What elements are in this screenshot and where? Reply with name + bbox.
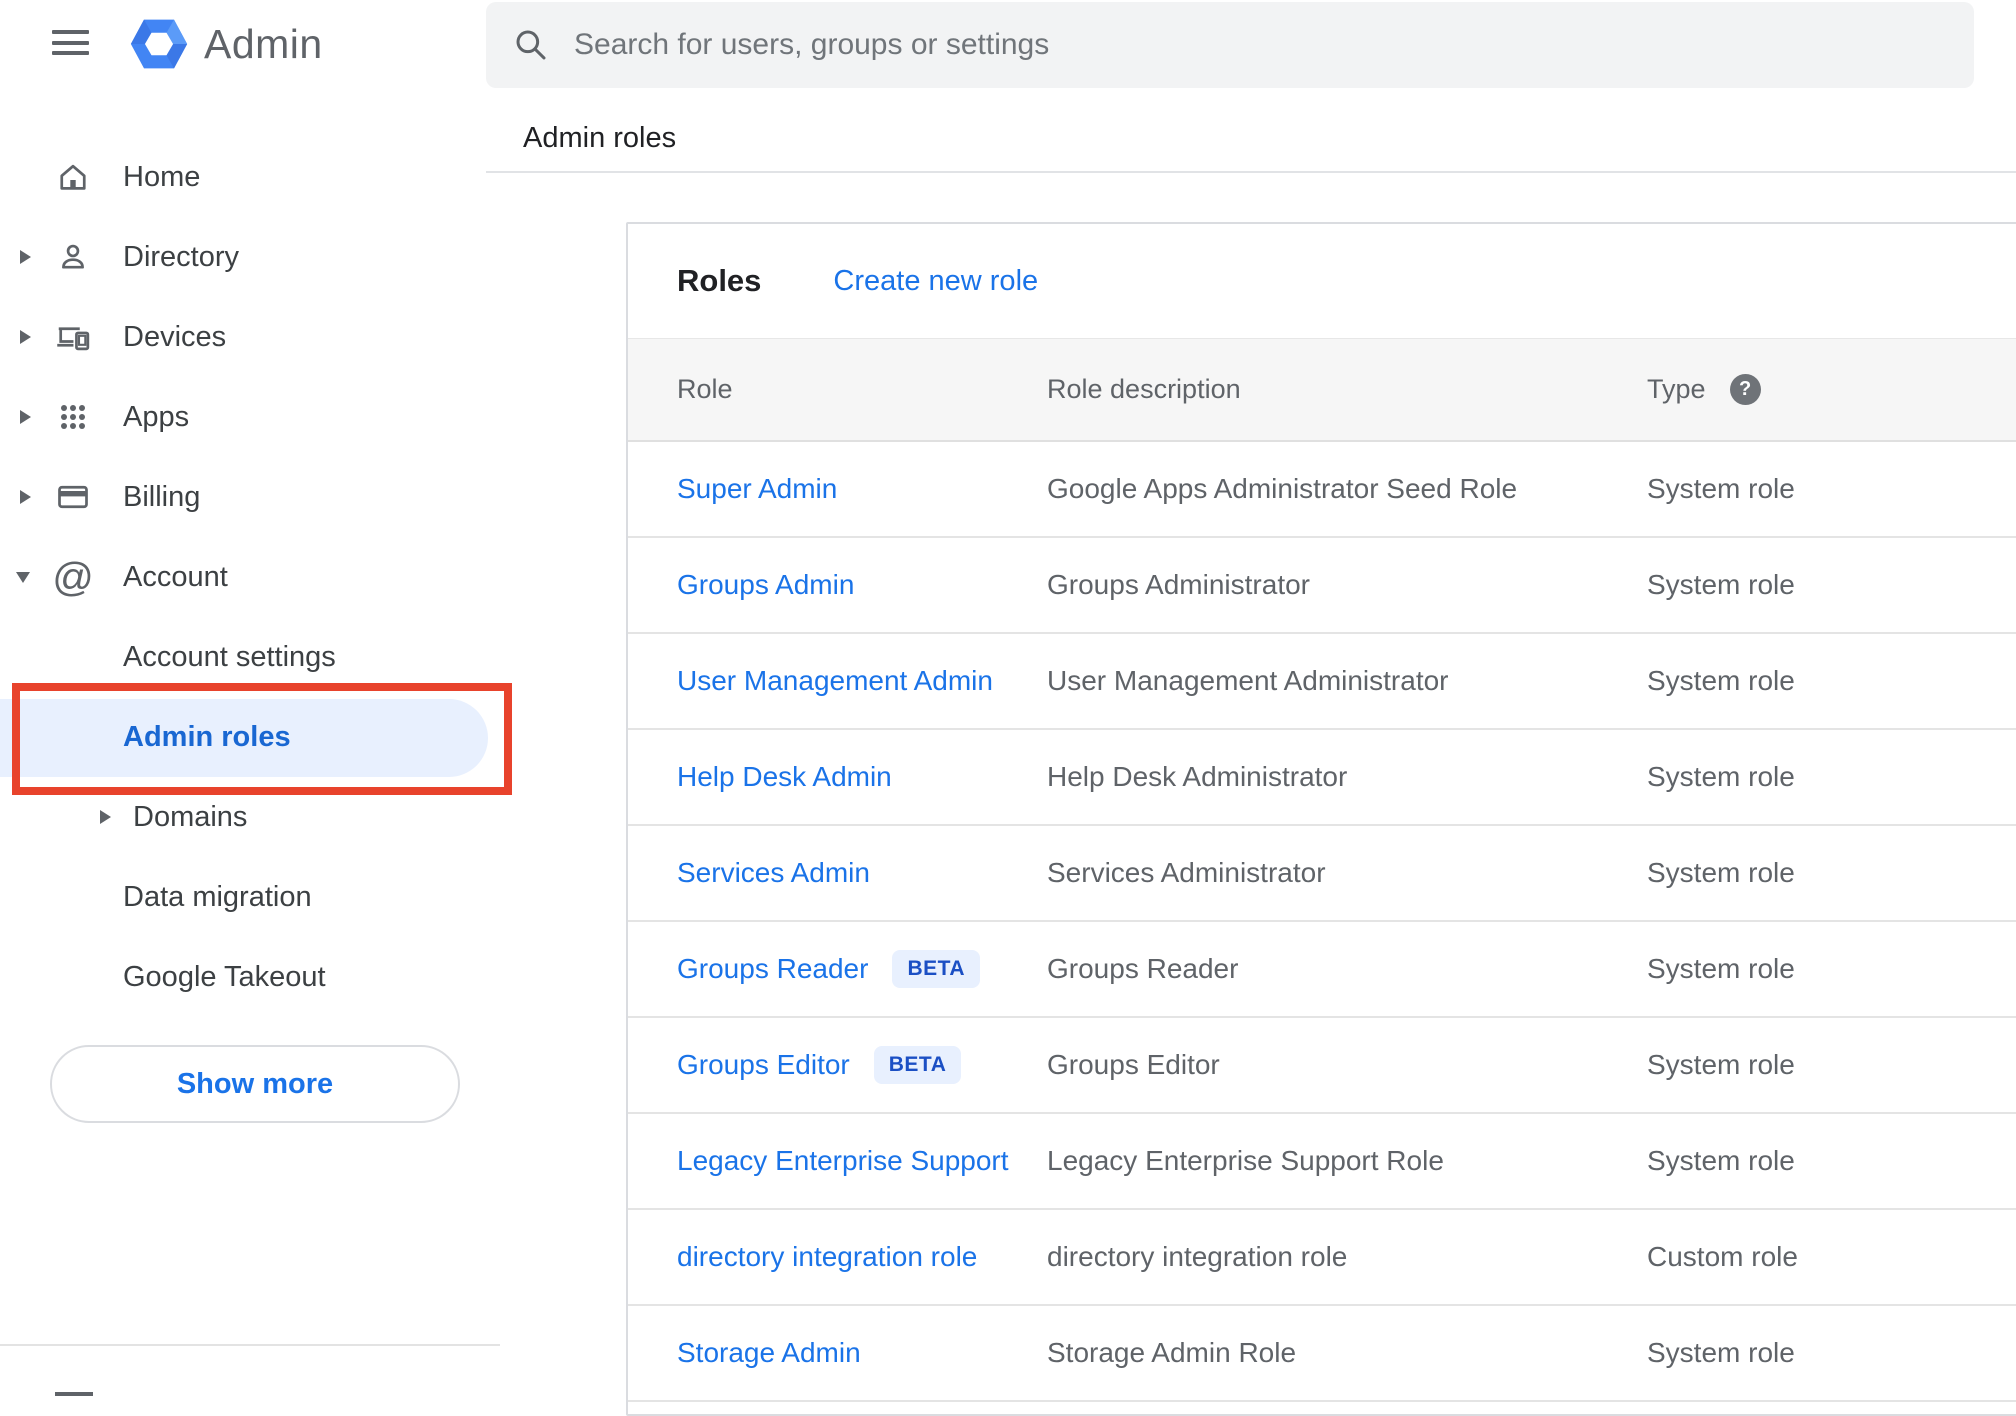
role-description: Storage Admin Role [1047,1337,1297,1368]
beta-badge: BETA [873,1046,962,1084]
home-icon [55,159,91,195]
sidebar-item-home[interactable]: Home [0,137,488,217]
role-description: Services Administrator [1047,857,1326,888]
role-link[interactable]: Services Admin [677,857,870,889]
breadcrumb-divider [486,171,2016,173]
role-type: System role [1647,1049,1795,1080]
expand-right-icon [100,810,111,824]
role-link[interactable]: Help Desk Admin [677,761,892,793]
role-description: Groups Administrator [1047,569,1310,600]
create-new-role-link[interactable]: Create new role [833,265,1038,298]
roles-table-body: Super Admin Google Apps Administrator Se… [628,442,2016,1402]
search-icon [512,26,550,64]
breadcrumb: Admin roles [523,122,677,154]
role-type: Custom role [1647,1241,1798,1272]
role-description: Groups Reader [1047,953,1239,984]
table-row: Super Admin Google Apps Administrator Se… [628,442,2016,538]
search-bar[interactable] [486,2,1974,88]
table-row: Legacy Enterprise Support Legacy Enterpr… [628,1114,2016,1210]
sidebar-item-admin-roles[interactable]: Admin roles [0,697,488,777]
expand-right-icon [20,410,31,424]
role-description: User Management Administrator [1047,665,1449,696]
table-row: Services Admin Services Administrator Sy… [628,826,2016,922]
table-row: directory integration role directory int… [628,1210,2016,1306]
role-link[interactable]: Super Admin [677,473,837,505]
role-type: System role [1647,665,1795,696]
role-link[interactable]: Groups Admin [677,569,854,601]
role-type: System role [1647,1145,1795,1176]
sidebar-item-apps[interactable]: Apps [0,377,488,457]
sidebar-item-devices[interactable]: Devices [0,297,488,377]
admin-hexagon-logo-icon [128,14,190,74]
expand-right-icon [20,250,31,264]
expand-right-icon [20,490,31,504]
column-header-role: Role [677,374,733,404]
table-row: Help Desk Admin Help Desk Administrator … [628,730,2016,826]
panel-title: Roles [677,263,762,298]
table-row: Groups Reader BETA Groups Reader System … [628,922,2016,1018]
role-link[interactable]: directory integration role [677,1241,977,1273]
role-link[interactable]: Groups Editor [677,1049,850,1081]
expand-down-icon [16,571,30,583]
sidebar-item-directory[interactable]: Directory [0,217,488,297]
at-icon: @ [52,554,94,600]
table-row: Groups Admin Groups Administrator System… [628,538,2016,634]
role-type: System role [1647,953,1795,984]
role-description: Help Desk Administrator [1047,761,1348,792]
role-link[interactable]: Legacy Enterprise Support [677,1145,1009,1177]
person-icon [55,239,91,275]
table-row: Groups Editor BETA Groups Editor System … [628,1018,2016,1114]
roles-panel: Roles Create new role Role Role descript… [626,222,2016,1416]
role-type: System role [1647,473,1795,504]
sidebar-divider [0,1344,500,1346]
sidebar-item-data-migration[interactable]: Data migration [0,857,488,937]
sidebar-nav: Home Directory Devices Apps Billing @ Ac… [0,137,488,1017]
role-type: System role [1647,569,1795,600]
role-description: directory integration role [1047,1241,1348,1272]
cutoff-icon-fragment [55,1392,93,1396]
table-row: Storage Admin Storage Admin Role System … [628,1306,2016,1402]
billing-card-icon [55,479,91,515]
role-description: Groups Editor [1047,1049,1220,1080]
sidebar-item-account-settings[interactable]: Account settings [0,617,488,697]
search-input[interactable] [572,27,1974,63]
role-type: System role [1647,761,1795,792]
app-title: Admin [204,20,323,67]
role-link[interactable]: Groups Reader [677,953,868,985]
column-header-type: Type ? [1647,374,2016,405]
sidebar-item-account[interactable]: @ Account [0,537,488,617]
apps-grid-icon [55,399,91,435]
table-header-row: Role Role description Type ? [628,339,2016,442]
role-description: Google Apps Administrator Seed Role [1047,473,1518,504]
role-type: System role [1647,1337,1795,1368]
help-icon[interactable]: ? [1729,374,1761,405]
role-type: System role [1647,857,1795,888]
role-link[interactable]: Storage Admin [677,1337,861,1369]
role-description: Legacy Enterprise Support Role [1047,1145,1444,1176]
app-logo: Admin [128,14,323,74]
sidebar-item-billing[interactable]: Billing [0,457,488,537]
hamburger-menu-icon[interactable] [52,30,89,55]
devices-icon [55,319,91,355]
sidebar-item-domains[interactable]: Domains [0,777,488,857]
table-row: User Management Admin User Management Ad… [628,634,2016,730]
show-more-button[interactable]: Show more [50,1045,460,1123]
sidebar: Admin Home Directory Devices Apps Billin… [0,0,500,1396]
sidebar-item-google-takeout[interactable]: Google Takeout [0,937,488,1017]
roles-panel-header: Roles Create new role [628,224,2016,339]
role-link[interactable]: User Management Admin [677,665,993,697]
beta-badge: BETA [892,950,981,988]
column-header-role-description: Role description [1047,374,1241,404]
expand-right-icon [20,330,31,344]
